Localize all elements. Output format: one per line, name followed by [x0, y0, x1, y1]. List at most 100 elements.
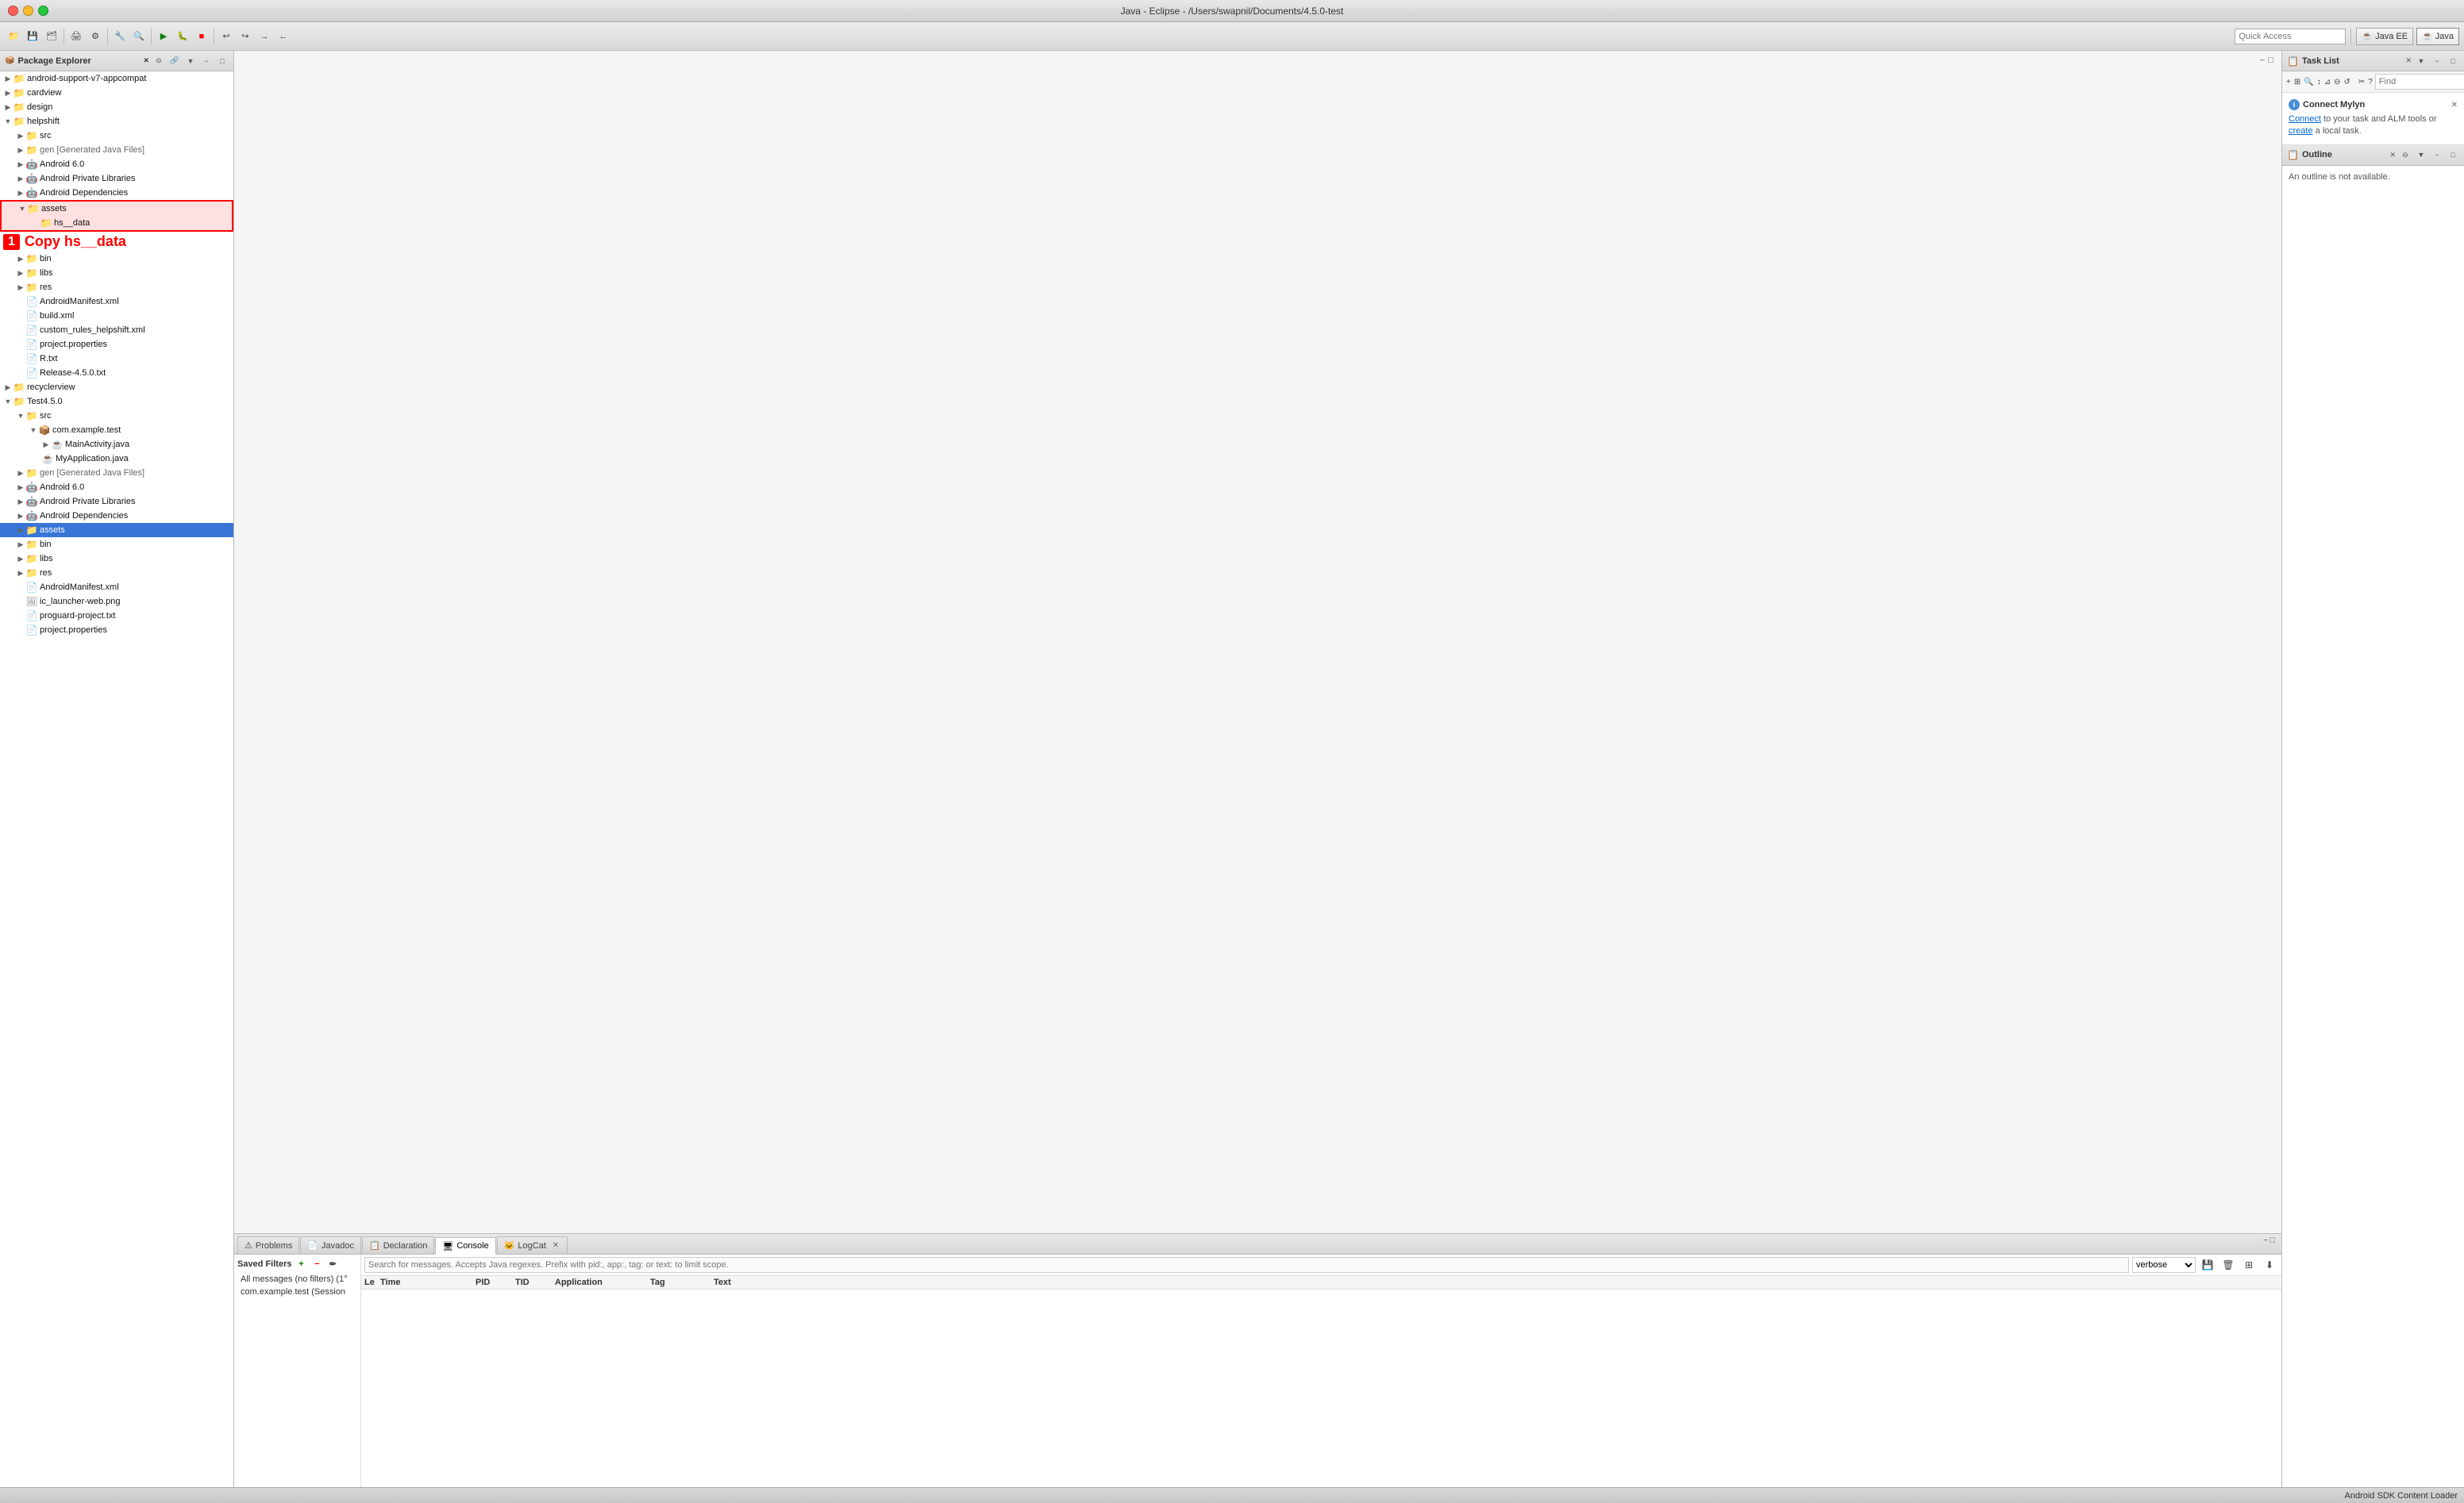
list-item[interactable]: ▶ 📁 gen [Generated Java Files] — [0, 143, 233, 157]
refactor-button[interactable]: 🔧 — [111, 28, 129, 45]
outline-collapse-btn[interactable]: ⊖ — [2399, 148, 2412, 161]
list-item[interactable]: ▼ 📁 Test4.5.0 — [0, 394, 233, 409]
save-log-btn[interactable]: 💾 — [2199, 1256, 2216, 1274]
task-find-input[interactable] — [2375, 74, 2464, 90]
print-button[interactable]: 🖨 — [67, 28, 85, 45]
connect-link[interactable]: Connect — [2289, 114, 2321, 124]
list-item[interactable]: ▶ 📁 design — [0, 100, 233, 114]
list-item[interactable]: ▶ 📁 android-support-v7-appcompat — [0, 71, 233, 86]
log-search-input[interactable] — [364, 1257, 2129, 1273]
minimize-panel-icon[interactable]: − — [2263, 1236, 2268, 1245]
scroll-btn[interactable]: ⬇ — [2261, 1256, 2278, 1274]
list-item[interactable]: 📄 build.xml — [0, 309, 233, 323]
java-perspective[interactable]: ☕ Java — [2416, 28, 2459, 45]
minimize-button[interactable] — [23, 6, 33, 16]
tab-problems[interactable]: ⚠ Problems — [237, 1236, 299, 1254]
explorer-menu-btn[interactable]: ▼ — [184, 55, 197, 67]
list-item[interactable]: ▶ 📁 cardview — [0, 86, 233, 100]
list-item[interactable]: ▶ 🤖 Android Dependencies — [0, 509, 233, 523]
tab-declaration[interactable]: 📋 Declaration — [362, 1236, 434, 1254]
save-button[interactable]: 💾 — [24, 28, 41, 45]
task-settings-btn[interactable]: ✂ — [2358, 73, 2366, 90]
task-view-btn[interactable]: ⊞ — [2293, 73, 2301, 90]
list-item[interactable]: ▶ 📁 libs — [0, 552, 233, 566]
save-all-button[interactable]: 🗂 — [43, 28, 60, 45]
undo-button[interactable]: ↩ — [218, 28, 235, 45]
task-filter-btn[interactable]: 🔍 — [2303, 73, 2314, 90]
logcat-close-btn[interactable]: ✕ — [551, 1241, 560, 1251]
list-item[interactable]: ▼ 📁 src — [0, 409, 233, 423]
close-button[interactable] — [8, 6, 18, 16]
list-item[interactable]: 📄 project.properties — [0, 337, 233, 352]
minimize-explorer-btn[interactable]: − — [200, 55, 213, 67]
list-item[interactable]: 📄 project.properties — [0, 623, 233, 637]
collapse-all-btn[interactable]: ⊖ — [152, 55, 165, 67]
list-item[interactable]: ▶ 📁 gen [Generated Java Files] — [0, 466, 233, 480]
link-with-editor-btn[interactable]: 🔗 — [168, 55, 181, 67]
list-item[interactable]: ▶ 📁 src — [0, 129, 233, 143]
task-collapse-btn[interactable]: ⊖ — [2333, 73, 2341, 90]
tab-javadoc[interactable]: 📄 Javadoc — [300, 1236, 361, 1254]
search-button[interactable]: 🔍 — [130, 28, 148, 45]
list-item[interactable]: ▶ 🤖 Android 6.0 — [0, 480, 233, 494]
list-item[interactable]: ▶ 📁 res — [0, 280, 233, 294]
redo-button[interactable]: ↪ — [237, 28, 254, 45]
list-item[interactable]: ▼ 📦 com.example.test — [0, 423, 233, 437]
task-refresh-btn[interactable]: ↺ — [2343, 73, 2350, 90]
list-item[interactable]: ▼ 📁 assets — [2, 202, 232, 216]
list-item[interactable]: ▶ 🤖 Android Private Libraries — [0, 494, 233, 509]
create-link[interactable]: create — [2289, 126, 2313, 136]
close-mylyn-btn[interactable]: ✕ — [2451, 101, 2458, 110]
debug-button[interactable]: 🐛 — [174, 28, 191, 45]
maximize-task-btn[interactable]: □ — [2447, 55, 2459, 67]
tab-console[interactable]: 🖥 Console — [435, 1237, 495, 1255]
list-item[interactable]: 📄 custom_rules_helpshift.xml — [0, 323, 233, 337]
maximize-panel-icon[interactable]: □ — [2270, 1236, 2275, 1245]
verbose-select[interactable]: verbose — [2132, 1257, 2196, 1273]
filter-item[interactable]: com.example.test (Session — [237, 1286, 357, 1297]
list-item[interactable]: 🖼 ic_launcher-web.png — [0, 594, 233, 609]
tab-logcat[interactable]: 🐱 LogCat ✕ — [497, 1236, 568, 1254]
quick-access-input[interactable] — [2235, 29, 2346, 44]
list-item[interactable]: 📁 hs__data — [2, 216, 232, 230]
list-item[interactable]: 📄 R.txt — [0, 352, 233, 366]
toggle-view-btn[interactable]: ⊞ — [2240, 1256, 2258, 1274]
new-task-btn[interactable]: + — [2285, 73, 2292, 90]
add-filter-btn[interactable]: + — [295, 1258, 307, 1270]
list-item[interactable]: ▶ 🤖 Android 6.0 — [0, 157, 233, 171]
list-item[interactable]: ▶ 📁 assets — [0, 523, 233, 537]
list-item[interactable]: ☕ MyApplication.java — [0, 452, 233, 466]
task-help-btn[interactable]: ? — [2367, 73, 2374, 90]
list-item[interactable]: ▼ 📁 helpshift — [0, 114, 233, 129]
new-button[interactable]: 📁 — [5, 28, 22, 45]
minimize-outline-btn[interactable]: − — [2431, 148, 2443, 161]
minimize-task-btn[interactable]: − — [2431, 55, 2443, 67]
maximize-outline-btn[interactable]: □ — [2447, 148, 2459, 161]
list-item[interactable]: ▶ 📁 res — [0, 566, 233, 580]
stop-button[interactable]: ■ — [193, 28, 210, 45]
maximize-explorer-btn[interactable]: □ — [216, 55, 229, 67]
list-item[interactable]: 📄 AndroidManifest.xml — [0, 580, 233, 594]
next-button[interactable]: → — [256, 28, 273, 45]
edit-filter-btn[interactable]: ✏ — [326, 1258, 339, 1270]
task-menu-btn[interactable]: ▼ — [2415, 55, 2427, 67]
list-item[interactable]: 📄 Release-4.5.0.txt — [0, 366, 233, 380]
outline-menu-btn[interactable]: ▼ — [2415, 148, 2427, 161]
maximize-editor-icon[interactable]: □ — [2268, 56, 2273, 65]
task-sort-btn[interactable]: ↕ — [2316, 73, 2322, 90]
remove-filter-btn[interactable]: − — [310, 1258, 323, 1270]
list-item[interactable]: 📄 AndroidManifest.xml — [0, 294, 233, 309]
list-item[interactable]: ▶ 🤖 Android Private Libraries — [0, 171, 233, 186]
list-item[interactable]: ▶ 📁 libs — [0, 266, 233, 280]
list-item[interactable]: ▶ 📁 bin — [0, 537, 233, 552]
java-ee-perspective[interactable]: ☕ Java EE — [2356, 28, 2413, 45]
list-item[interactable]: ▶ 📁 bin — [0, 252, 233, 266]
task-group-btn[interactable]: ⊿ — [2323, 73, 2331, 90]
clear-log-btn[interactable]: 🗑 — [2220, 1256, 2237, 1274]
minimize-editor-icon[interactable]: − — [2260, 56, 2265, 65]
prev-button[interactable]: ← — [275, 28, 292, 45]
list-item[interactable]: ▶ ☕ MainActivity.java — [0, 437, 233, 452]
maximize-button[interactable] — [38, 6, 48, 16]
run-button[interactable]: ▶ — [155, 28, 172, 45]
list-item[interactable]: ▶ 📁 recyclerview — [0, 380, 233, 394]
